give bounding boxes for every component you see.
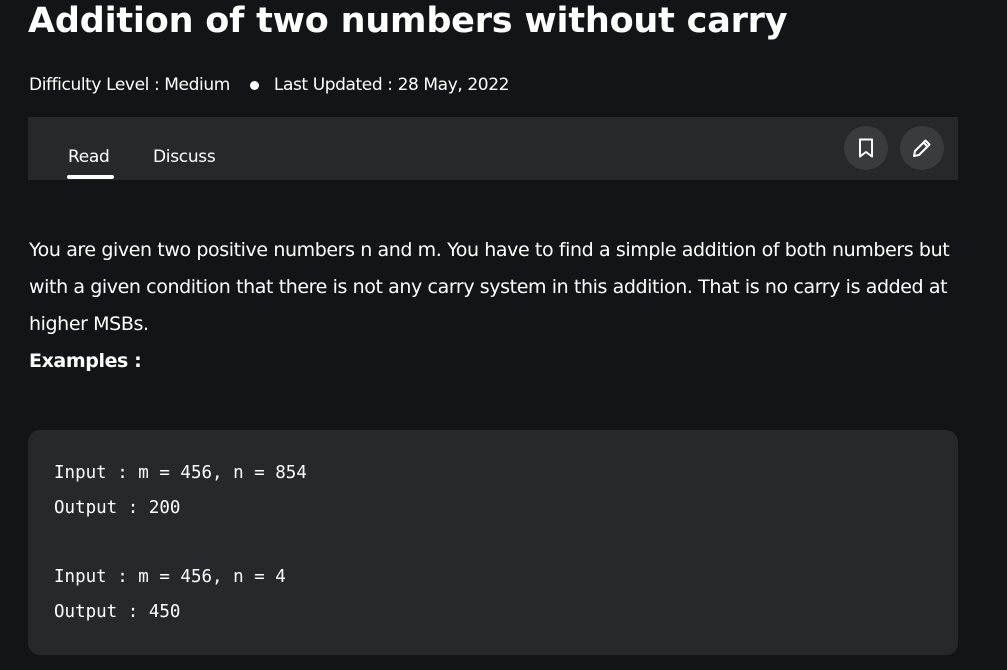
article-meta: Difficulty Level : Medium Last Updated :… [29,74,509,96]
bookmark-button[interactable] [844,126,888,170]
code-example-block: Input : m = 456, n = 854 Output : 200 In… [28,430,958,655]
last-updated: Last Updated : 28 May, 2022 [273,75,510,95]
example-2-output: Output : 450 [54,602,181,622]
edit-button[interactable] [900,126,944,170]
difficulty-level: Difficulty Level : Medium [29,75,230,95]
page-title: Addition of two numbers without carry [28,1,788,41]
separator-dot [249,80,259,90]
active-tab-indicator [67,175,114,179]
example-2-input: Input : m = 456, n = 4 [54,567,286,587]
bookmark-icon [859,138,873,158]
example-1-output: Output : 200 [54,498,181,518]
example-1-input: Input : m = 456, n = 854 [54,463,307,483]
examples-heading: Examples : [29,350,142,372]
tab-read[interactable]: Read [68,146,110,168]
tab-discuss[interactable]: Discuss [153,146,216,168]
problem-statement: You are given two positive numbers n and… [29,239,950,335]
pencil-icon [913,139,931,157]
article-page: Addition of two numbers without carry Di… [0,0,1007,670]
article-body: You are given two positive numbers n and… [29,232,959,380]
article-tabbar: Read Discuss [28,117,958,180]
